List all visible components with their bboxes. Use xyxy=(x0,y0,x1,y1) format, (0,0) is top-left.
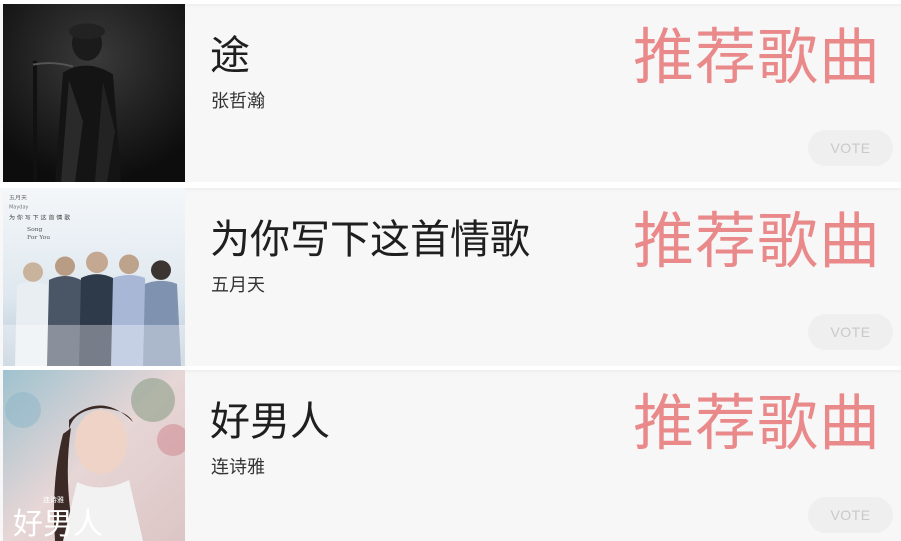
cover-text-artist: 连诗雅 xyxy=(43,495,64,504)
cover-text-band: 五月天 xyxy=(9,195,27,202)
vote-button[interactable]: VOTE xyxy=(808,314,893,350)
song-card: 途 张哲瀚 推荐歌曲 VOTE xyxy=(0,4,901,182)
song-card: 五月天 Mayday 为 你 写 下 这 首 情 歌 Song For You xyxy=(0,188,901,366)
song-title: 好男人 xyxy=(210,399,330,445)
vote-button[interactable]: VOTE xyxy=(808,497,893,533)
recommended-tag: 推荐歌曲 xyxy=(632,22,881,93)
album-cover-image: 好男人 连诗雅 xyxy=(3,370,185,541)
song-card: 好男人 连诗雅 好男人 连诗雅 推荐歌曲 VOTE xyxy=(0,370,901,541)
song-title: 途 xyxy=(210,33,250,79)
artist-name: 五月天 xyxy=(211,275,265,296)
cover-text-foryou: For You xyxy=(27,234,50,241)
cover-text-title: 为 你 写 下 这 首 情 歌 xyxy=(9,213,70,221)
cover-text-title: 好男人 xyxy=(13,507,103,541)
recommended-tag: 推荐歌曲 xyxy=(632,388,881,459)
song-list: 途 张哲瀚 推荐歌曲 VOTE 五月天 Mayday 为 你 写 下 这 首 情… xyxy=(0,0,901,541)
artist-name: 连诗雅 xyxy=(211,457,265,478)
vote-button[interactable]: VOTE xyxy=(808,130,893,166)
album-cover xyxy=(3,4,185,182)
artist-name: 张哲瀚 xyxy=(211,91,265,112)
recommended-tag: 推荐歌曲 xyxy=(632,206,881,277)
album-cover: 五月天 Mayday 为 你 写 下 这 首 情 歌 Song For You xyxy=(3,188,185,366)
album-cover-image: 五月天 Mayday 为 你 写 下 这 首 情 歌 Song For You xyxy=(3,188,185,366)
cover-text-song: Song xyxy=(27,226,43,233)
album-cover-image xyxy=(3,4,185,182)
song-title: 为你写下这首情歌 xyxy=(210,217,530,263)
cover-text-band-en: Mayday xyxy=(9,205,29,211)
album-cover: 好男人 连诗雅 xyxy=(3,370,185,541)
